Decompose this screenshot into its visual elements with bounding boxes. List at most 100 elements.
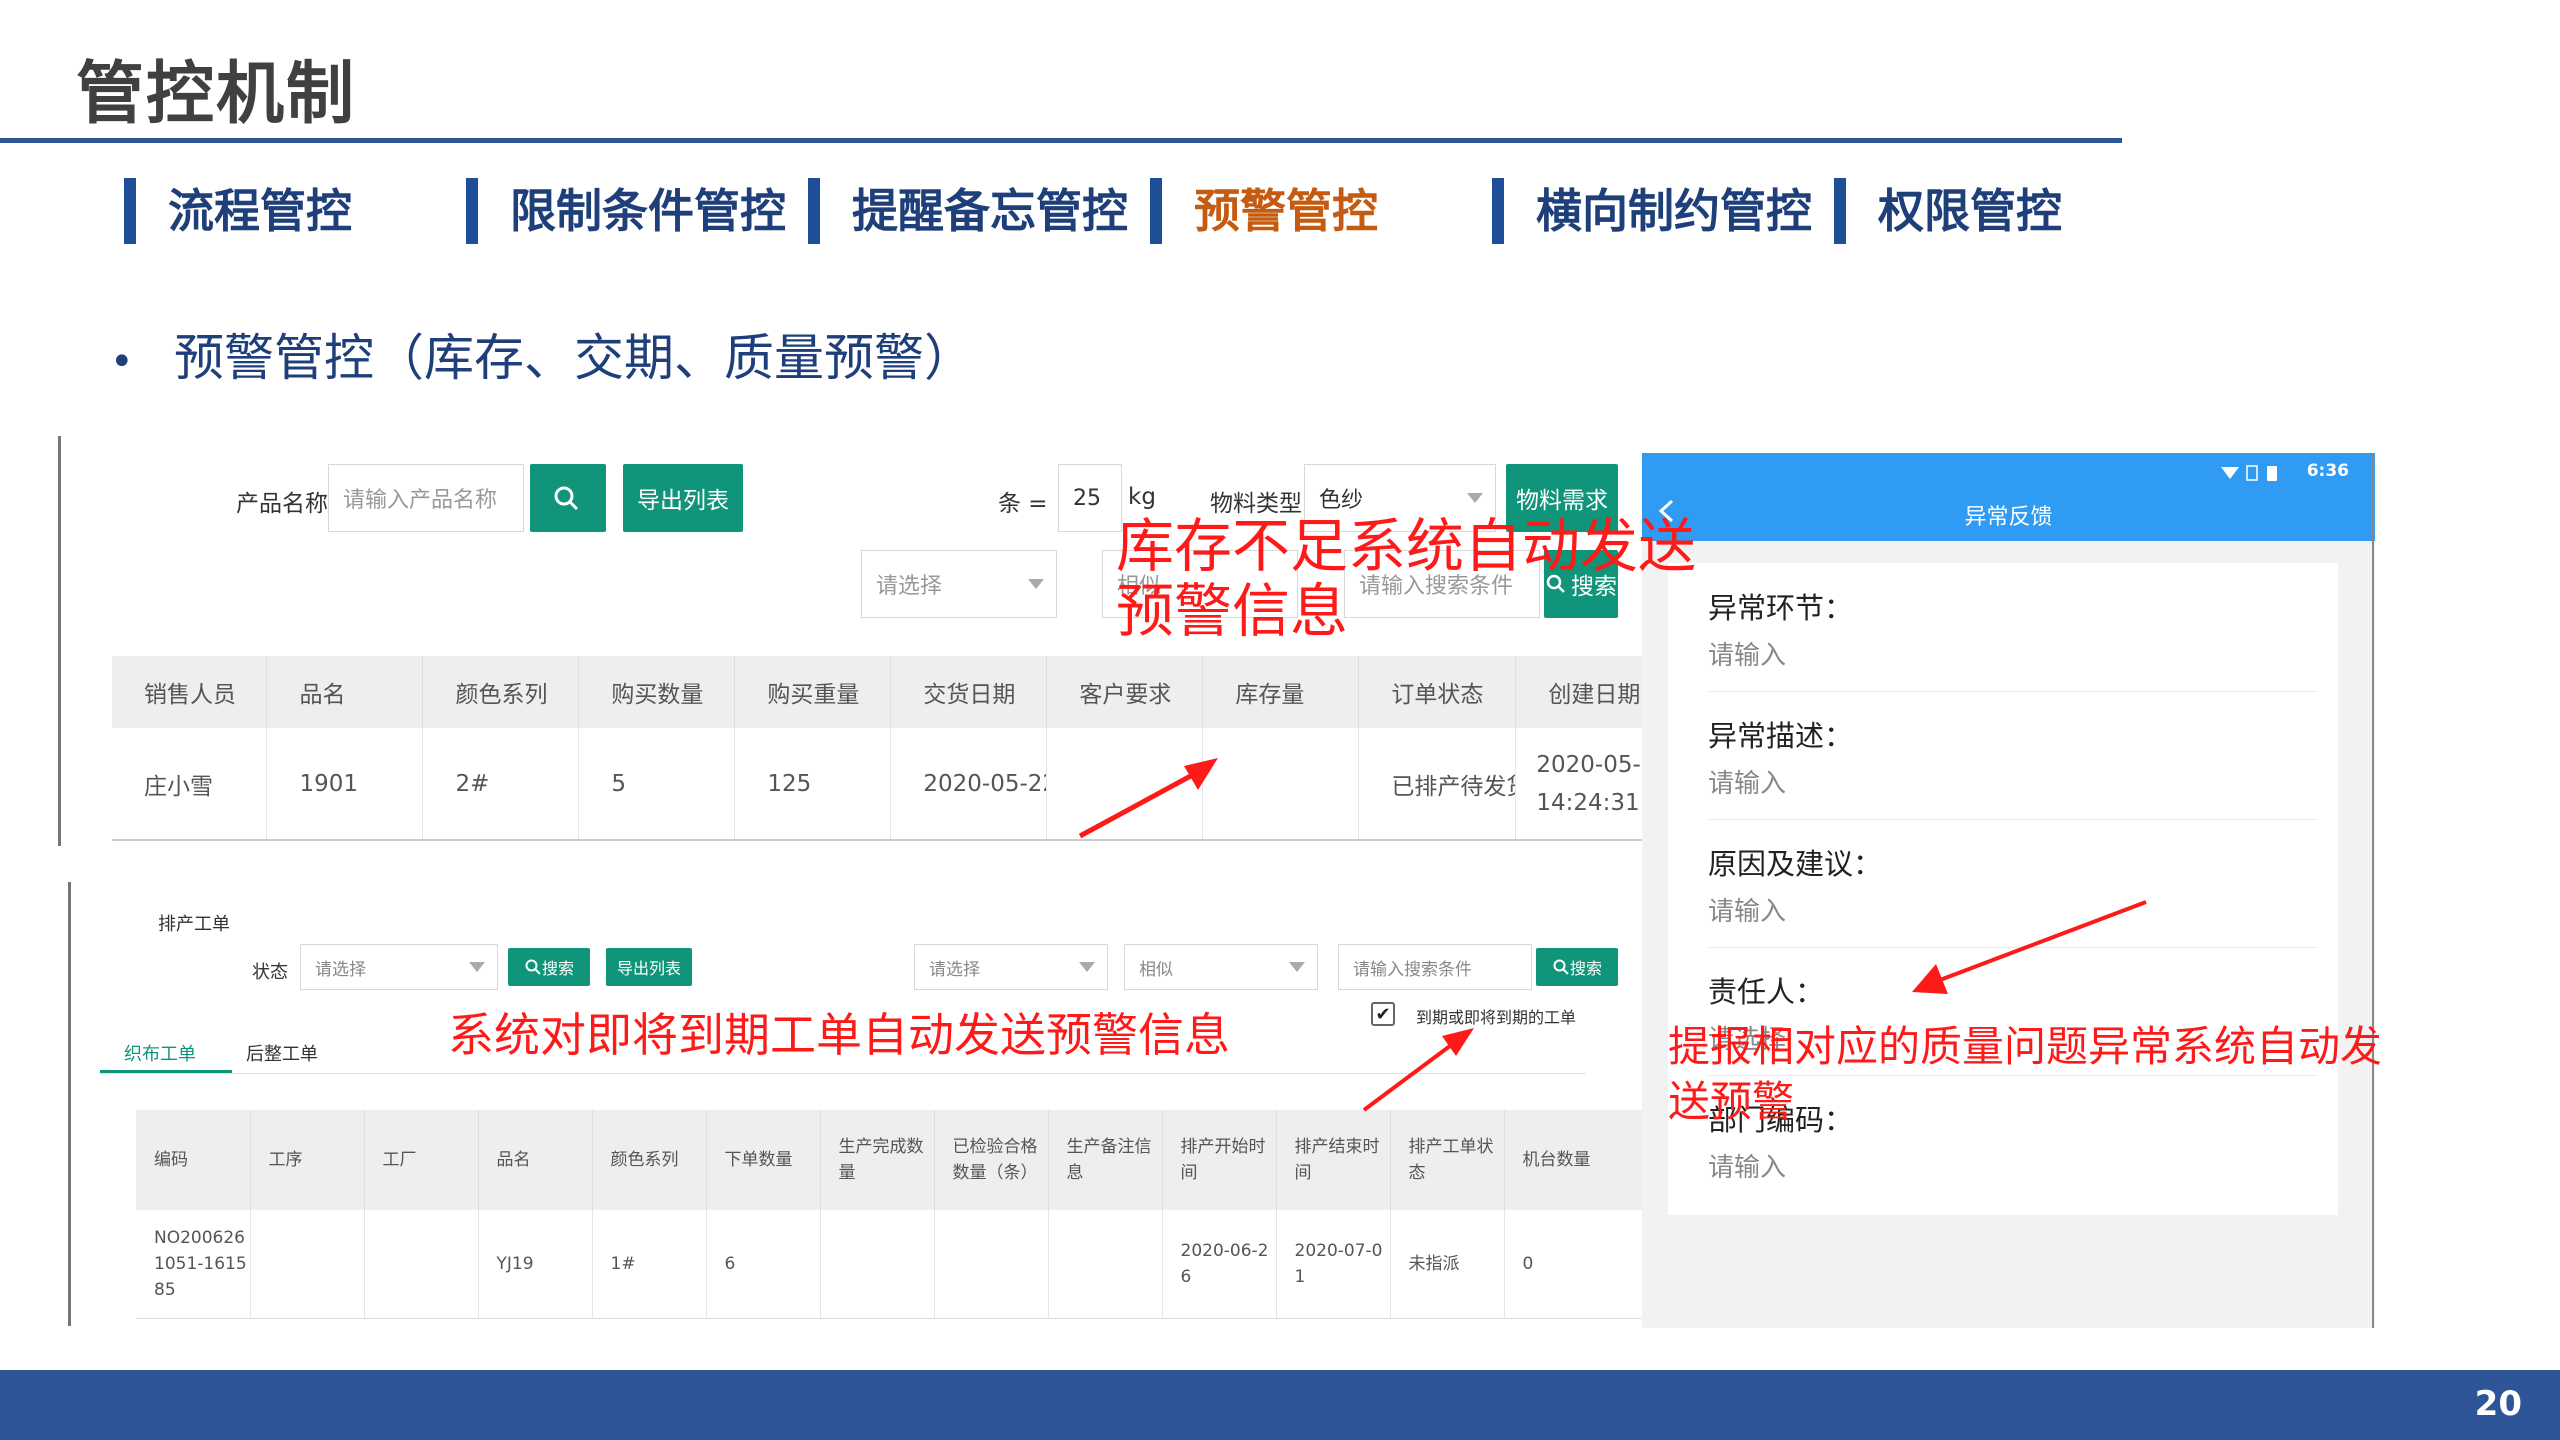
count-label: 条 = bbox=[998, 491, 1048, 517]
search-button-4[interactable]: 搜索 bbox=[1536, 948, 1618, 986]
stock-warning-annotation: 库存不足系统自动发送 预警信息 bbox=[1116, 514, 1696, 644]
work-order-table: 编码 工序 工厂 品名 颜色系列 下单数量 生产完成数量 已检验合格数量（条） … bbox=[136, 1110, 1663, 1319]
column-header[interactable]: 排产结束时间 bbox=[1276, 1110, 1391, 1210]
cell-salesperson: 庄小雪 bbox=[112, 728, 268, 841]
chevron-down-icon bbox=[1028, 579, 1044, 589]
subtab-divider bbox=[100, 1073, 1586, 1074]
search-icon bbox=[525, 959, 541, 975]
search-button[interactable] bbox=[530, 464, 606, 532]
column-header[interactable]: 工序 bbox=[250, 1110, 365, 1210]
tab-reminder-control[interactable]: 提醒备忘管控 bbox=[808, 178, 1128, 244]
tab-permission-control[interactable]: 权限管控 bbox=[1834, 178, 2062, 244]
column-header[interactable]: 编码 bbox=[136, 1110, 251, 1210]
quality-warning-annotation: 提报相对应的质量问题异常系统自动发 送预警 bbox=[1668, 1020, 2382, 1129]
phone-screen: 6:36 异常反馈 异常环节： 请输入 异常描述： 请输入 原因及建议： 请输入… bbox=[1642, 453, 2375, 1328]
column-header[interactable]: 订单状态 bbox=[1358, 656, 1517, 728]
column-header[interactable]: 颜色系列 bbox=[592, 1110, 707, 1210]
slide-title: 管控机制 bbox=[76, 55, 357, 134]
column-header[interactable]: 已检验合格数量（条） bbox=[934, 1110, 1049, 1210]
match-select-2-value: 相似 bbox=[1139, 959, 1173, 980]
table-row[interactable]: NO2006261051-161585 YJ19 1# 6 2020-06-26… bbox=[136, 1210, 1663, 1319]
field-input[interactable]: 请输入 bbox=[1708, 635, 1786, 672]
field-divider bbox=[1708, 947, 2318, 948]
chevron-down-icon bbox=[1079, 962, 1095, 972]
created-time: 14:24:31 bbox=[1536, 789, 1640, 816]
cell-machines: 0 bbox=[1504, 1210, 1663, 1319]
field-input[interactable]: 请输入 bbox=[1708, 763, 1786, 800]
column-header[interactable]: 工厂 bbox=[364, 1110, 479, 1210]
field-divider bbox=[1708, 819, 2318, 820]
column-header[interactable]: 生产完成数量 bbox=[820, 1110, 935, 1210]
due-orders-label: 到期或即将到期的工单 bbox=[1416, 1008, 1577, 1027]
subtab-finishing[interactable]: 后整工单 bbox=[246, 1040, 318, 1066]
cell-end: 2020-07-01 bbox=[1276, 1210, 1391, 1319]
cell-created: 2020-05-22 14:24:31 bbox=[1515, 728, 1658, 841]
checkmark-icon: ✔ bbox=[1375, 1003, 1391, 1025]
cell-weight: 125 bbox=[734, 728, 892, 841]
bullet-line: • 预警管控（库存、交期、质量预警） bbox=[110, 318, 974, 390]
cell-order-status: 已排产待发货 bbox=[1358, 728, 1517, 841]
unit-label: kg bbox=[1128, 484, 1156, 510]
due-orders-checkbox[interactable]: ✔ bbox=[1371, 1002, 1395, 1026]
tab-lateral-control[interactable]: 横向制约管控 bbox=[1492, 178, 1812, 244]
export-list-button[interactable]: 导出列表 bbox=[623, 464, 743, 532]
order-warning-annotation: 系统对即将到期工单自动发送预警信息 bbox=[448, 1008, 1230, 1062]
material-type-value: 色纱 bbox=[1319, 488, 1364, 513]
cell-passed bbox=[934, 1210, 1049, 1319]
search-button-4-label: 搜索 bbox=[1569, 959, 1602, 978]
panel-edge bbox=[2372, 453, 2374, 1328]
field-input[interactable]: 请输入 bbox=[1708, 891, 1786, 928]
field-divider bbox=[1708, 691, 2318, 692]
cell-product: 1901 bbox=[266, 728, 424, 841]
cell-code: NO2006261051-161585 bbox=[136, 1210, 251, 1319]
cell-start: 2020-06-26 bbox=[1162, 1210, 1277, 1319]
column-header[interactable]: 购买数量 bbox=[578, 656, 736, 728]
search-icon bbox=[554, 486, 579, 511]
cell-qty: 5 bbox=[578, 728, 736, 841]
search-button-3[interactable]: 搜索 bbox=[508, 948, 590, 986]
export-list-button-2[interactable]: 导出列表 bbox=[606, 948, 692, 986]
match-select-2[interactable]: 相似 bbox=[1124, 944, 1318, 990]
column-header[interactable]: 库存量 bbox=[1202, 656, 1360, 728]
filter-select-2[interactable]: 请选择 bbox=[914, 944, 1108, 990]
title-rule bbox=[0, 138, 2122, 143]
column-header[interactable]: 下单数量 bbox=[706, 1110, 821, 1210]
subtab-weaving[interactable]: 织布工单 bbox=[124, 1040, 196, 1066]
bullet-marker: • bbox=[110, 338, 134, 385]
column-header[interactable]: 排产工单状态 bbox=[1390, 1110, 1505, 1210]
column-header[interactable]: 销售人员 bbox=[112, 656, 268, 728]
column-header[interactable]: 客户要求 bbox=[1046, 656, 1204, 728]
column-header[interactable]: 品名 bbox=[478, 1110, 593, 1210]
column-header[interactable]: 颜色系列 bbox=[422, 656, 580, 728]
cell-note bbox=[1048, 1210, 1163, 1319]
tab-warning-control[interactable]: 预警管控 bbox=[1150, 178, 1378, 244]
cell-process bbox=[250, 1210, 365, 1319]
column-header[interactable]: 排产开始时间 bbox=[1162, 1110, 1277, 1210]
field-label: 原因及建议： bbox=[1708, 847, 1883, 881]
column-header[interactable]: 品名 bbox=[266, 656, 424, 728]
column-header[interactable]: 机台数量 bbox=[1504, 1110, 1663, 1210]
stock-table: 销售人员 品名 颜色系列 购买数量 购买重量 交货日期 客户要求 库存量 订单状… bbox=[112, 656, 1658, 841]
table-row[interactable]: 庄小雪 1901 2# 5 125 2020-05-22 已排产待发货 2020… bbox=[112, 728, 1658, 841]
created-date: 2020-05-22 bbox=[1536, 751, 1658, 778]
column-header[interactable]: 交货日期 bbox=[890, 656, 1048, 728]
status-label: 状态 bbox=[252, 962, 288, 983]
tab-process-control[interactable]: 流程管控 bbox=[124, 178, 352, 244]
status-select[interactable]: 请选择 bbox=[300, 944, 498, 990]
search-button-3-label: 搜索 bbox=[541, 959, 574, 978]
count-input[interactable]: 25 bbox=[1058, 464, 1122, 532]
work-order-panel: 排产工单 状态 请选择 搜索 导出列表 请选择 相似 请输入搜索条件 搜索 ✔ … bbox=[68, 882, 1663, 1326]
cell-delivery-date: 2020-05-22 bbox=[890, 728, 1048, 841]
search-condition-input-2[interactable]: 请输入搜索条件 bbox=[1338, 944, 1532, 990]
filter-select-value: 请选择 bbox=[876, 574, 943, 599]
cell-qty: 6 bbox=[706, 1210, 821, 1319]
product-name-input[interactable]: 请输入产品名称 bbox=[328, 464, 524, 532]
chevron-down-icon bbox=[1467, 493, 1483, 503]
column-header[interactable]: 生产备注信息 bbox=[1048, 1110, 1163, 1210]
column-header[interactable]: 购买重量 bbox=[734, 656, 892, 728]
filter-select[interactable]: 请选择 bbox=[861, 550, 1057, 618]
tab-constraint-control[interactable]: 限制条件管控 bbox=[466, 178, 786, 244]
cell-status: 未指派 bbox=[1390, 1210, 1505, 1319]
column-header[interactable]: 创建日期 bbox=[1515, 656, 1658, 728]
field-input[interactable]: 请输入 bbox=[1708, 1147, 1786, 1184]
